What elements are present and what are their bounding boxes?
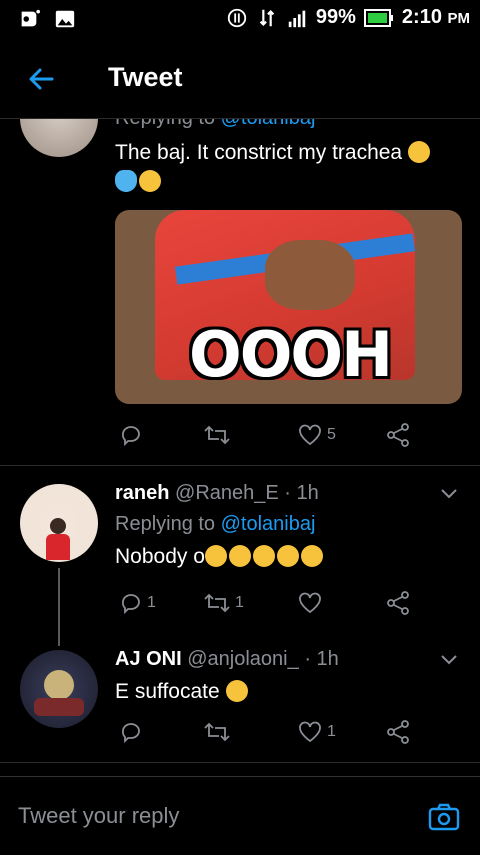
replying-to: Replying to @tolanibaj bbox=[115, 513, 316, 535]
share-icon bbox=[387, 720, 409, 744]
retweet-icon bbox=[204, 593, 230, 613]
retweet-icon bbox=[204, 425, 230, 445]
tweet-meta: AJ ONI @anjolaoni_ · 1h bbox=[115, 648, 462, 671]
reply-icon bbox=[122, 594, 140, 615]
weary-face-emoji-icon bbox=[204, 545, 227, 567]
heart-eyes-emoji-icon bbox=[276, 545, 299, 567]
tweet-media-image[interactable]: OOOH bbox=[115, 210, 462, 404]
divider bbox=[0, 762, 480, 763]
author-handle[interactable]: @anjolaoni_ bbox=[187, 648, 299, 670]
like-button[interactable]: 5 bbox=[297, 423, 336, 447]
avatar-figure bbox=[50, 518, 66, 534]
thread-line bbox=[58, 568, 60, 646]
heart-icon bbox=[299, 721, 321, 743]
avatar[interactable] bbox=[20, 484, 98, 562]
mention-link[interactable]: @tolanibaj bbox=[221, 119, 316, 129]
retweet-icon bbox=[204, 722, 230, 742]
camera-icon[interactable] bbox=[428, 801, 460, 833]
hand-shape bbox=[265, 240, 355, 310]
replying-to: Replying to @tolanibaj bbox=[115, 119, 462, 130]
heart-eyes-emoji-icon bbox=[300, 545, 323, 567]
tweet-actions: 1 1 bbox=[115, 588, 415, 618]
like-button[interactable]: 1 bbox=[297, 720, 336, 744]
tweet-actions: 5 bbox=[115, 420, 415, 450]
like-button[interactable] bbox=[297, 591, 327, 615]
tweet-text: E suffocate bbox=[115, 677, 462, 706]
data-saver-icon bbox=[227, 8, 247, 27]
status-bar: 99% 2:10 PM bbox=[0, 0, 480, 40]
tweet-2[interactable]: raneh @Raneh_E · 1h Replying to @tolanib… bbox=[0, 466, 480, 646]
tweet-text: Nobody o bbox=[115, 542, 462, 571]
tired-face-emoji-icon bbox=[407, 141, 430, 163]
retweet-button[interactable] bbox=[203, 423, 235, 447]
back-arrow-icon[interactable] bbox=[26, 64, 56, 94]
reply-icon bbox=[122, 426, 140, 447]
reply-icon bbox=[122, 723, 140, 744]
avatar-dress bbox=[46, 534, 70, 560]
reply-input[interactable]: Tweet your reply bbox=[18, 803, 179, 829]
avatar[interactable] bbox=[20, 650, 98, 728]
share-icon bbox=[387, 423, 409, 447]
mention-link[interactable]: @tolanibaj bbox=[221, 513, 316, 535]
avatar[interactable] bbox=[20, 119, 98, 157]
timestamp: · 1h bbox=[284, 482, 319, 504]
reply-button[interactable] bbox=[119, 720, 147, 744]
share-button[interactable] bbox=[385, 590, 411, 616]
app-header: Tweet bbox=[0, 40, 480, 119]
retweet-button[interactable]: 1 bbox=[203, 591, 244, 615]
battery-percent: 99% bbox=[315, 6, 356, 28]
author-handle[interactable]: @Raneh_E bbox=[175, 482, 279, 504]
page-title: Tweet bbox=[108, 62, 183, 92]
avatar-accent bbox=[34, 698, 84, 716]
heart-icon bbox=[299, 592, 321, 614]
reply-button[interactable] bbox=[119, 423, 147, 447]
author-name[interactable]: AJ ONI bbox=[115, 648, 182, 670]
notification-icon bbox=[21, 9, 40, 27]
share-button[interactable] bbox=[385, 719, 411, 745]
heart-icon bbox=[299, 424, 321, 446]
avatar-character bbox=[44, 670, 74, 700]
battery-icon bbox=[363, 8, 393, 27]
signal-icon bbox=[288, 10, 306, 27]
chevron-down-icon[interactable] bbox=[440, 488, 458, 500]
media-caption: OOOH bbox=[189, 318, 393, 391]
retweet-button[interactable] bbox=[203, 720, 235, 744]
savoring-food-emoji-icon bbox=[139, 170, 161, 192]
reply-button[interactable]: 1 bbox=[119, 591, 156, 615]
gallery-icon bbox=[55, 10, 75, 28]
tweet-actions: 1 bbox=[115, 717, 415, 747]
tweet-text: The baj. It constrict my trachea bbox=[115, 138, 462, 196]
share-button[interactable] bbox=[385, 422, 411, 448]
data-transfer-icon bbox=[259, 9, 275, 26]
sweat-droplets-emoji-icon bbox=[115, 170, 137, 192]
tweet-meta: raneh @Raneh_E · 1h bbox=[115, 482, 462, 505]
reply-composer[interactable]: Tweet your reply bbox=[0, 776, 480, 855]
chevron-down-icon[interactable] bbox=[440, 654, 458, 666]
heart-eyes-emoji-icon bbox=[252, 545, 275, 567]
clock: 2:10 PM bbox=[401, 6, 470, 28]
author-name[interactable]: raneh bbox=[115, 482, 169, 504]
timestamp: · 1h bbox=[304, 648, 339, 670]
share-icon bbox=[387, 591, 409, 615]
weary-face-emoji-icon bbox=[225, 680, 248, 702]
heart-eyes-emoji-icon bbox=[228, 545, 251, 567]
